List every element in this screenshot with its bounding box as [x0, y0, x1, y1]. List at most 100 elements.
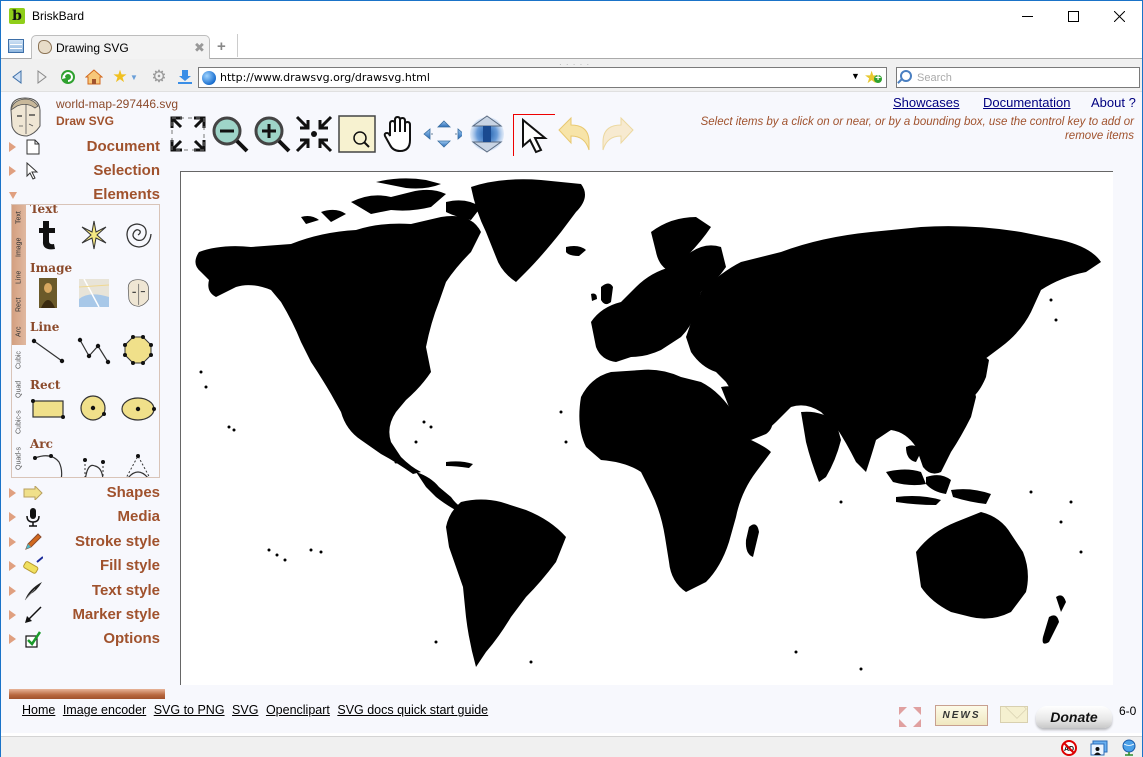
- url-text[interactable]: http://www.drawsvg.org/drawsvg.html: [220, 71, 430, 84]
- drawsvg-logo-face-icon[interactable]: [5, 96, 45, 138]
- vtab-line[interactable]: Line: [12, 263, 26, 291]
- redo-button[interactable]: [597, 114, 637, 154]
- fullscreen-button[interactable]: [898, 706, 922, 728]
- settings-button[interactable]: ⚙: [150, 67, 168, 86]
- page-progress-bar: [9, 689, 165, 699]
- zoom-center-button[interactable]: [294, 114, 334, 154]
- map-caribbean: [446, 461, 473, 468]
- donate-button[interactable]: Donate: [1036, 706, 1112, 728]
- zoom-fit-button[interactable]: [168, 114, 208, 154]
- drawing-canvas[interactable]: [180, 171, 1113, 685]
- vtab-cubic-s[interactable]: Cubic-s: [12, 403, 26, 441]
- search-input[interactable]: [917, 70, 1132, 85]
- footer-link-svg-to-png[interactable]: SVG to PNG: [154, 703, 225, 717]
- home-button[interactable]: [85, 68, 103, 86]
- menu-options[interactable]: Options: [1, 628, 164, 650]
- address-bar[interactable]: http://www.drawsvg.org/drawsvg.html ▼ ★: [198, 67, 887, 88]
- navigation-bar: · · · · · ★ ▼ ⚙ http://www.drawsvg.org/d…: [1, 59, 1142, 92]
- map-india: [801, 411, 841, 482]
- cubic-arc-icon[interactable]: [76, 449, 112, 477]
- move-button[interactable]: [422, 114, 462, 154]
- add-bookmark-star-icon[interactable]: ★: [864, 68, 883, 88]
- menu-selection[interactable]: Selection: [1, 160, 164, 182]
- vtab-quad[interactable]: Quad: [12, 375, 26, 403]
- close-window-button[interactable]: [1096, 1, 1142, 32]
- showcases-link[interactable]: Showcases: [893, 95, 959, 110]
- menu-shapes[interactable]: Shapes: [1, 482, 164, 504]
- bookmarks-button[interactable]: ★: [111, 67, 129, 86]
- bookmarks-dropdown[interactable]: ▼: [129, 68, 139, 86]
- new-tab-plus-icon[interactable]: +: [217, 38, 226, 55]
- footer-link-openclipart[interactable]: Openclipart: [266, 703, 330, 717]
- downloads-button[interactable]: [176, 68, 194, 86]
- zoom-box-button[interactable]: [337, 114, 377, 154]
- tab-list-menu-icon[interactable]: [8, 39, 24, 53]
- undo-button[interactable]: [555, 114, 595, 154]
- pan-button[interactable]: [379, 114, 419, 154]
- menu-document[interactable]: Document: [1, 136, 164, 158]
- minimize-icon: [1021, 16, 1033, 17]
- menu-media[interactable]: Media: [1, 506, 164, 528]
- line-icon[interactable]: [30, 333, 66, 369]
- vtab-quad-s[interactable]: Quad-s: [12, 441, 26, 477]
- menu-elements[interactable]: Elements: [1, 184, 164, 206]
- select-tool-button[interactable]: [513, 114, 555, 156]
- menu-stroke-style[interactable]: Stroke style: [1, 531, 164, 553]
- app-title: BriskBard: [32, 9, 85, 23]
- zoom-box-icon: [338, 115, 376, 153]
- minimize-button[interactable]: [1004, 1, 1050, 32]
- adblock-button[interactable]: AD: [1060, 739, 1078, 756]
- about-link[interactable]: About ?: [1091, 95, 1136, 110]
- zoom-out-button[interactable]: [210, 114, 250, 154]
- map-image-icon[interactable]: [76, 275, 112, 311]
- vertical-pan-button[interactable]: [467, 114, 507, 154]
- mail-icon[interactable]: [1000, 706, 1028, 723]
- quad-arc-icon[interactable]: [120, 449, 156, 477]
- forward-button[interactable]: [33, 68, 51, 86]
- footer-link-svg[interactable]: SVG: [232, 703, 258, 717]
- vtab-arc[interactable]: Arc: [12, 319, 26, 345]
- documentation-link[interactable]: Documentation: [983, 95, 1070, 110]
- map-greenland: [471, 179, 585, 282]
- undo-icon: [558, 116, 590, 151]
- menu-marker-style[interactable]: Marker style: [1, 604, 164, 626]
- user-profile-button[interactable]: [1090, 739, 1108, 756]
- footer-link-image-encoder[interactable]: Image encoder: [63, 703, 146, 717]
- maximize-icon: [1067, 11, 1079, 22]
- url-dropdown-icon[interactable]: ▼: [851, 71, 860, 81]
- zoom-in-button[interactable]: [252, 114, 292, 154]
- footer-link-home[interactable]: Home: [22, 703, 55, 717]
- circle-icon[interactable]: [76, 391, 112, 427]
- menu-text-style[interactable]: Text style: [1, 580, 164, 602]
- text-t-icon[interactable]: [30, 217, 66, 253]
- network-status-button[interactable]: [1120, 739, 1138, 756]
- vtab-rect[interactable]: Rect: [12, 291, 26, 319]
- tab-label: Drawing SVG: [56, 41, 129, 55]
- spiral-text-icon[interactable]: [120, 217, 156, 253]
- world-map[interactable]: [181, 172, 1114, 686]
- vtab-cubic[interactable]: Cubic: [12, 345, 26, 375]
- back-button[interactable]: [8, 68, 26, 86]
- user-window-icon: [1090, 740, 1108, 755]
- tab-drawing-svg[interactable]: Drawing SVG ✖: [31, 35, 210, 60]
- footer-link-svg-docs[interactable]: SVG docs quick start guide: [337, 703, 488, 717]
- ellipse-icon[interactable]: [120, 391, 156, 427]
- search-box[interactable]: [896, 67, 1140, 88]
- polyline-icon[interactable]: [76, 333, 112, 369]
- tab-close-icon[interactable]: ✖: [194, 40, 205, 56]
- vtab-image[interactable]: Image: [12, 231, 26, 263]
- maximize-button[interactable]: [1050, 1, 1096, 32]
- news-button[interactable]: NEWS: [935, 705, 988, 726]
- polygon-icon[interactable]: [120, 333, 156, 369]
- rect-icon[interactable]: [30, 391, 66, 427]
- select-arrow-icon: [521, 117, 548, 153]
- menu-fill-style[interactable]: Fill style: [1, 555, 164, 577]
- face-image-icon[interactable]: [120, 275, 156, 311]
- mona-lisa-image-icon[interactable]: [30, 275, 66, 311]
- reload-button[interactable]: [59, 68, 77, 86]
- star-text-icon[interactable]: [76, 217, 112, 253]
- arc-icon[interactable]: [30, 449, 66, 477]
- section-title-image: Image: [30, 261, 73, 275]
- selection-hint: Select items by a click on or near, or b…: [700, 116, 1134, 142]
- vtab-text[interactable]: Text: [12, 205, 26, 231]
